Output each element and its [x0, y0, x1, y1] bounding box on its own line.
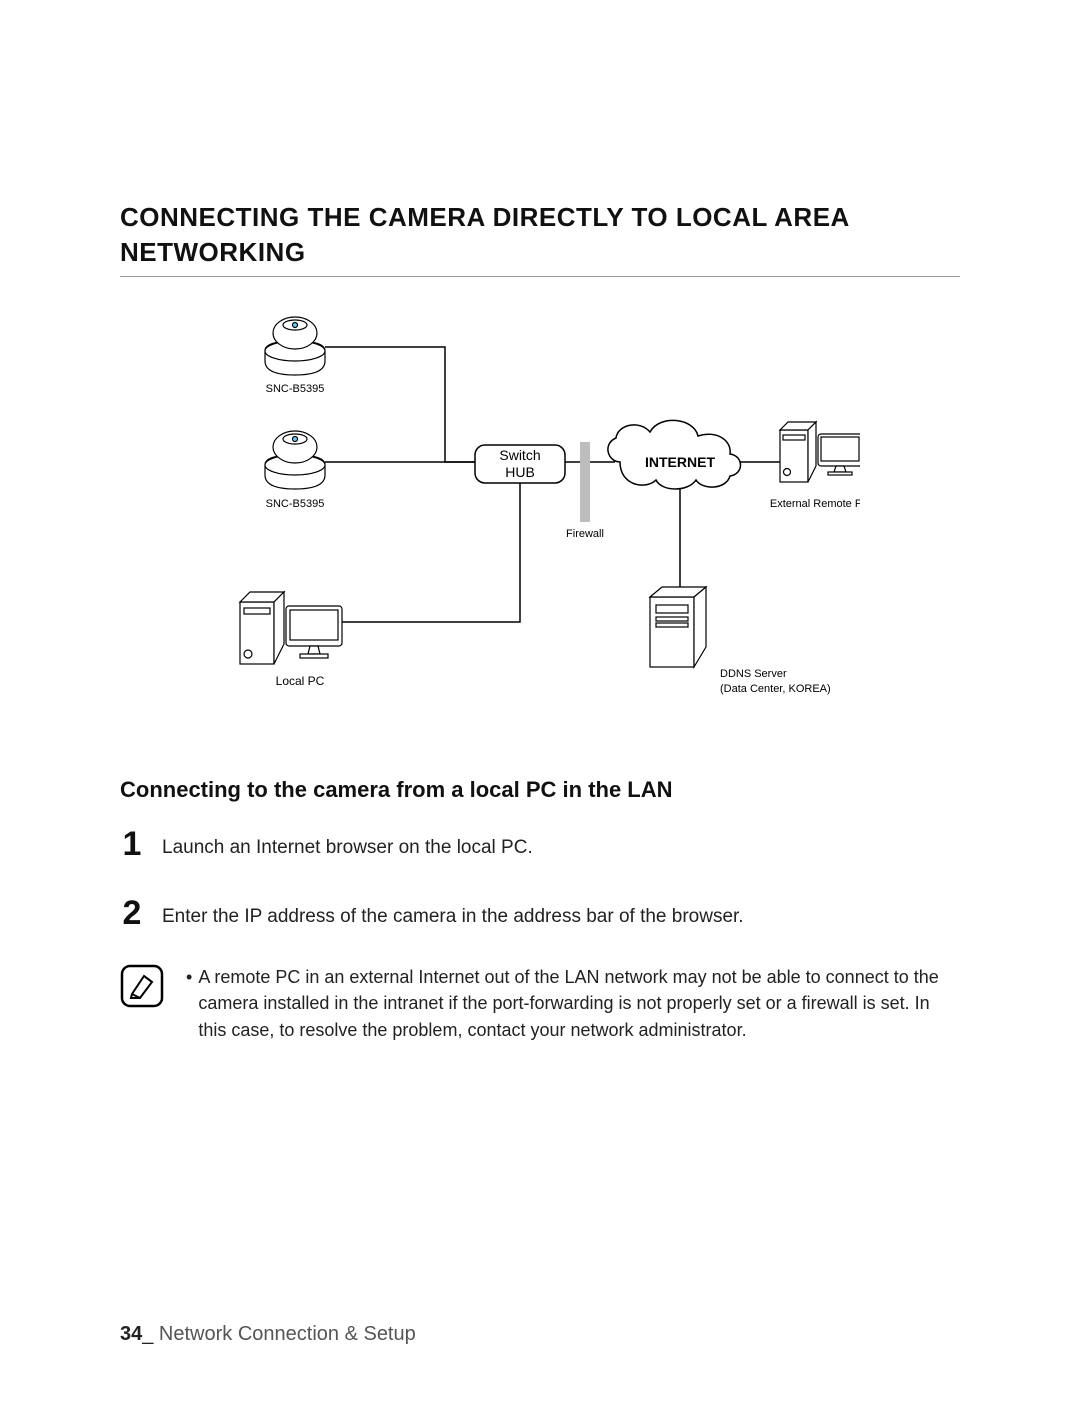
heading-rule — [120, 276, 960, 277]
note-body: • A remote PC in an external Internet ou… — [186, 964, 960, 1042]
ddns-label-line1: DDNS Server — [720, 668, 787, 680]
step-number: 1 — [120, 827, 144, 861]
note-text: A remote PC in an external Internet out … — [198, 964, 960, 1042]
page-number: 34 — [120, 1323, 142, 1345]
note-icon — [120, 964, 164, 1008]
switch-label-line1: Switch — [499, 447, 540, 463]
remote-pc-label: External Remote PC — [770, 498, 860, 510]
internet-label: INTERNET — [645, 454, 715, 470]
step-text: Enter the IP address of the camera in th… — [162, 896, 744, 931]
section-heading: CONNECTING THE CAMERA DIRECTLY TO LOCAL … — [120, 200, 960, 270]
note-block: • A remote PC in an external Internet ou… — [120, 964, 960, 1042]
camera1-label: SNC-B5395 — [266, 383, 325, 395]
note-bullet: • — [186, 964, 192, 1042]
step-number: 2 — [120, 896, 144, 930]
local-pc-label: Local PC — [276, 674, 325, 688]
switch-label-line2: HUB — [505, 464, 535, 480]
footer-section: Network Connection & Setup — [153, 1323, 415, 1345]
step-2: 2 Enter the IP address of the camera in … — [120, 896, 960, 931]
camera2-label: SNC-B5395 — [266, 498, 325, 510]
step-1: 1 Launch an Internet browser on the loca… — [120, 827, 960, 862]
firewall-label: Firewall — [566, 528, 604, 540]
footer-separator: _ — [142, 1323, 153, 1345]
step-text: Launch an Internet browser on the local … — [162, 827, 533, 862]
manual-page: CONNECTING THE CAMERA DIRECTLY TO LOCAL … — [0, 0, 1080, 1414]
subsection-heading: Connecting to the camera from a local PC… — [120, 777, 960, 803]
page-footer: 34_ Network Connection & Setup — [120, 1323, 416, 1346]
ddns-label-line2: (Data Center, KOREA) — [720, 683, 831, 695]
network-diagram-svg: Switch HUB INTERNET — [220, 307, 860, 737]
network-diagram: Switch HUB INTERNET — [220, 307, 860, 737]
